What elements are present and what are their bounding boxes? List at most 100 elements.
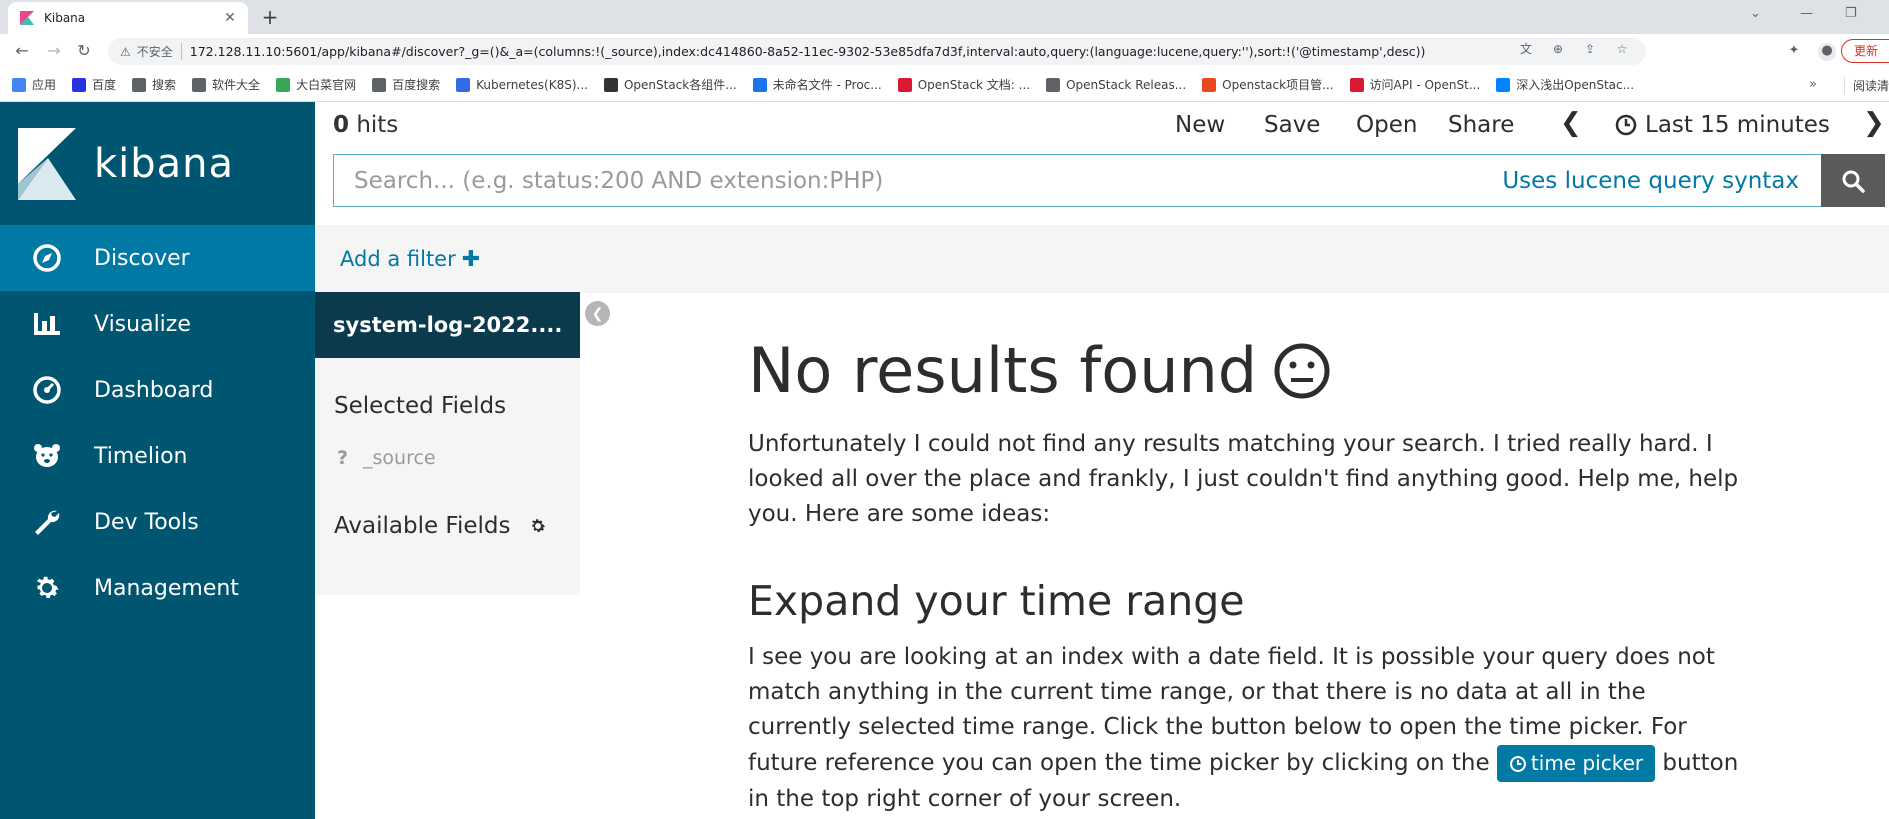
search-input[interactable]: Search... (e.g. status:200 AND extension… (333, 154, 1821, 207)
nav-item-dev-tools[interactable]: Dev Tools (0, 489, 315, 555)
available-fields-header: Available Fields (315, 513, 580, 539)
minimize-icon[interactable]: — (1800, 6, 1813, 21)
time-range-label: Last 15 minutes (1645, 112, 1830, 138)
reading-list-button[interactable]: 阅读清 (1843, 77, 1889, 94)
field-row[interactable]: ? _source (315, 447, 580, 469)
open-button[interactable]: Open (1356, 112, 1417, 138)
plus-icon[interactable]: ✚ (462, 247, 480, 272)
bookmark-label: Kubernetes(K8S)... (476, 77, 588, 92)
warning-icon[interactable]: ⚠ (120, 45, 131, 59)
more-bookmarks-icon[interactable]: » (1809, 77, 1817, 92)
bookmark-item[interactable]: 大白菜官网 (276, 76, 356, 93)
openstack-red-icon (1349, 77, 1364, 92)
index-pattern-selector[interactable]: system-log-2022.... (315, 292, 580, 358)
share-button[interactable]: Share (1448, 112, 1514, 138)
new-button[interactable]: New (1175, 112, 1225, 138)
bookmark-item[interactable]: 搜索 (132, 76, 176, 93)
share-icon[interactable]: ⇪ (1583, 42, 1597, 56)
nav-item-management[interactable]: Management (0, 555, 315, 621)
leaf-icon (276, 77, 291, 92)
field-settings-gear-icon[interactable] (529, 517, 547, 535)
filter-bar: Add a filter ✚ (315, 225, 1889, 293)
available-fields-title: Available Fields (334, 513, 511, 539)
search-button[interactable] (1821, 154, 1885, 207)
collapse-sidebar-chevron-icon[interactable]: ❮ (585, 301, 610, 326)
bookmark-item[interactable]: Kubernetes(K8S)... (456, 77, 588, 92)
gear-icon (30, 571, 64, 605)
insecure-label[interactable]: 不安全 (137, 43, 182, 60)
nav-item-label: Timelion (94, 443, 188, 469)
update-button[interactable]: 更新 (1841, 39, 1889, 63)
compass-icon (30, 241, 64, 275)
bookmark-label: 百度 (92, 78, 117, 92)
clock-icon (1509, 755, 1526, 772)
nav-item-label: Dashboard (94, 377, 214, 403)
nav-item-discover[interactable]: Discover (0, 225, 315, 291)
bookmark-label: OpenStack 文档: ... (917, 78, 1031, 92)
address-bar[interactable]: ⚠ 不安全 172.128.11.10:5601/app/kibana#/dis… (108, 38, 1646, 65)
bookmarks-bar: 应用 百度 搜索 软件大全 大白菜官网 百度搜索 Kubernetes(K8S)... Ope… (0, 68, 1889, 102)
bookmark-item[interactable]: 深入浅出OpenStac... (1496, 76, 1634, 93)
baidu-icon (72, 77, 87, 92)
bookmark-label: 应用 (32, 78, 57, 92)
new-tab-button[interactable]: + (258, 6, 282, 30)
hits-label: hits (349, 112, 399, 138)
time-back-chevron-icon[interactable]: ❮ (1560, 108, 1582, 138)
back-icon[interactable]: ← (12, 41, 32, 61)
bookmark-item[interactable]: 百度搜索 (372, 76, 440, 93)
no-results-heading: No results found (748, 334, 1331, 407)
nav-item-label: Visualize (94, 311, 191, 337)
time-picker-button[interactable]: Last 15 minutes (1615, 112, 1830, 138)
reload-icon[interactable]: ↻ (74, 41, 94, 61)
wrench-icon (30, 505, 64, 539)
bookmark-item[interactable]: 百度 (72, 76, 116, 93)
restore-icon[interactable]: ❐ (1845, 6, 1857, 21)
openstack-icon (603, 77, 618, 92)
sidebar: kibana Discover Visualize Dashboard Timelio… (0, 102, 315, 819)
hits-count: 0 hits (333, 112, 398, 138)
kibana-app: kibana Discover Visualize Dashboard Timelio… (0, 102, 1889, 819)
tab-search-icon[interactable]: ⌄ (1750, 6, 1761, 21)
nav-item-timelion[interactable]: Timelion (0, 423, 315, 489)
close-tab-icon[interactable]: ✕ (222, 10, 238, 26)
globe-icon (132, 77, 147, 92)
url-text[interactable]: 172.128.11.10:5601/app/kibana#/discover?… (190, 44, 1426, 59)
save-button[interactable]: Save (1264, 112, 1320, 138)
bookmark-item[interactable]: 访问API - OpenSt... (1349, 76, 1481, 93)
profile-avatar-icon[interactable]: ● (1818, 43, 1836, 61)
time-forward-chevron-icon[interactable]: ❯ (1863, 108, 1885, 138)
bookmark-label: 未命名文件 - Proc... (772, 78, 882, 92)
bookmark-item[interactable]: Openstack项目管... (1202, 76, 1334, 93)
nav-item-visualize[interactable]: Visualize (0, 291, 315, 357)
bookmark-label: 软件大全 (212, 78, 261, 92)
bookmark-star-icon[interactable]: ☆ (1615, 42, 1629, 56)
bookmark-item[interactable]: 未命名文件 - Proc... (752, 76, 882, 93)
field-type-unknown-icon: ? (337, 447, 349, 469)
bookmark-item[interactable]: 软件大全 (192, 76, 260, 93)
discover-main: 0 hits New Save Open Share ❮ Last 15 min… (315, 102, 1889, 819)
field-sidebar: system-log-2022.... Selected Fields ? _s… (315, 292, 580, 595)
translate-icon[interactable]: 文 (1519, 42, 1533, 56)
top-nav: 0 hits New Save Open Share ❮ Last 15 min… (315, 102, 1889, 150)
bookmark-label: 访问API - OpenSt... (1369, 78, 1481, 92)
nav-item-dashboard[interactable]: Dashboard (0, 357, 315, 423)
browser-tab[interactable]: Kibana ✕ (8, 2, 248, 34)
zoom-icon[interactable]: ⊕ (1551, 42, 1565, 56)
bookmark-item[interactable]: OpenStack Releas... (1046, 77, 1186, 92)
bear-icon (30, 439, 64, 473)
nav-item-label: Discover (94, 245, 190, 271)
forward-icon[interactable]: → (44, 41, 64, 61)
bookmark-label: 大白菜官网 (296, 78, 357, 92)
bookmark-item[interactable]: OpenStack各组件... (603, 76, 737, 93)
c-icon (1202, 77, 1217, 92)
lucene-syntax-link[interactable]: Uses lucene query syntax (1502, 168, 1799, 194)
nav-item-label: Management (94, 575, 239, 601)
bookmark-label: 百度搜索 (392, 78, 441, 92)
extensions-icon[interactable]: ✦ (1786, 43, 1802, 59)
kibana-logo[interactable]: kibana (0, 102, 315, 225)
globe-icon (192, 77, 207, 92)
add-filter-link[interactable]: Add a filter (340, 247, 456, 271)
inline-time-picker-button[interactable]: time picker (1496, 745, 1656, 782)
bookmark-item[interactable]: 应用 (12, 76, 56, 93)
bookmark-item[interactable]: OpenStack 文档: ... (897, 76, 1031, 93)
